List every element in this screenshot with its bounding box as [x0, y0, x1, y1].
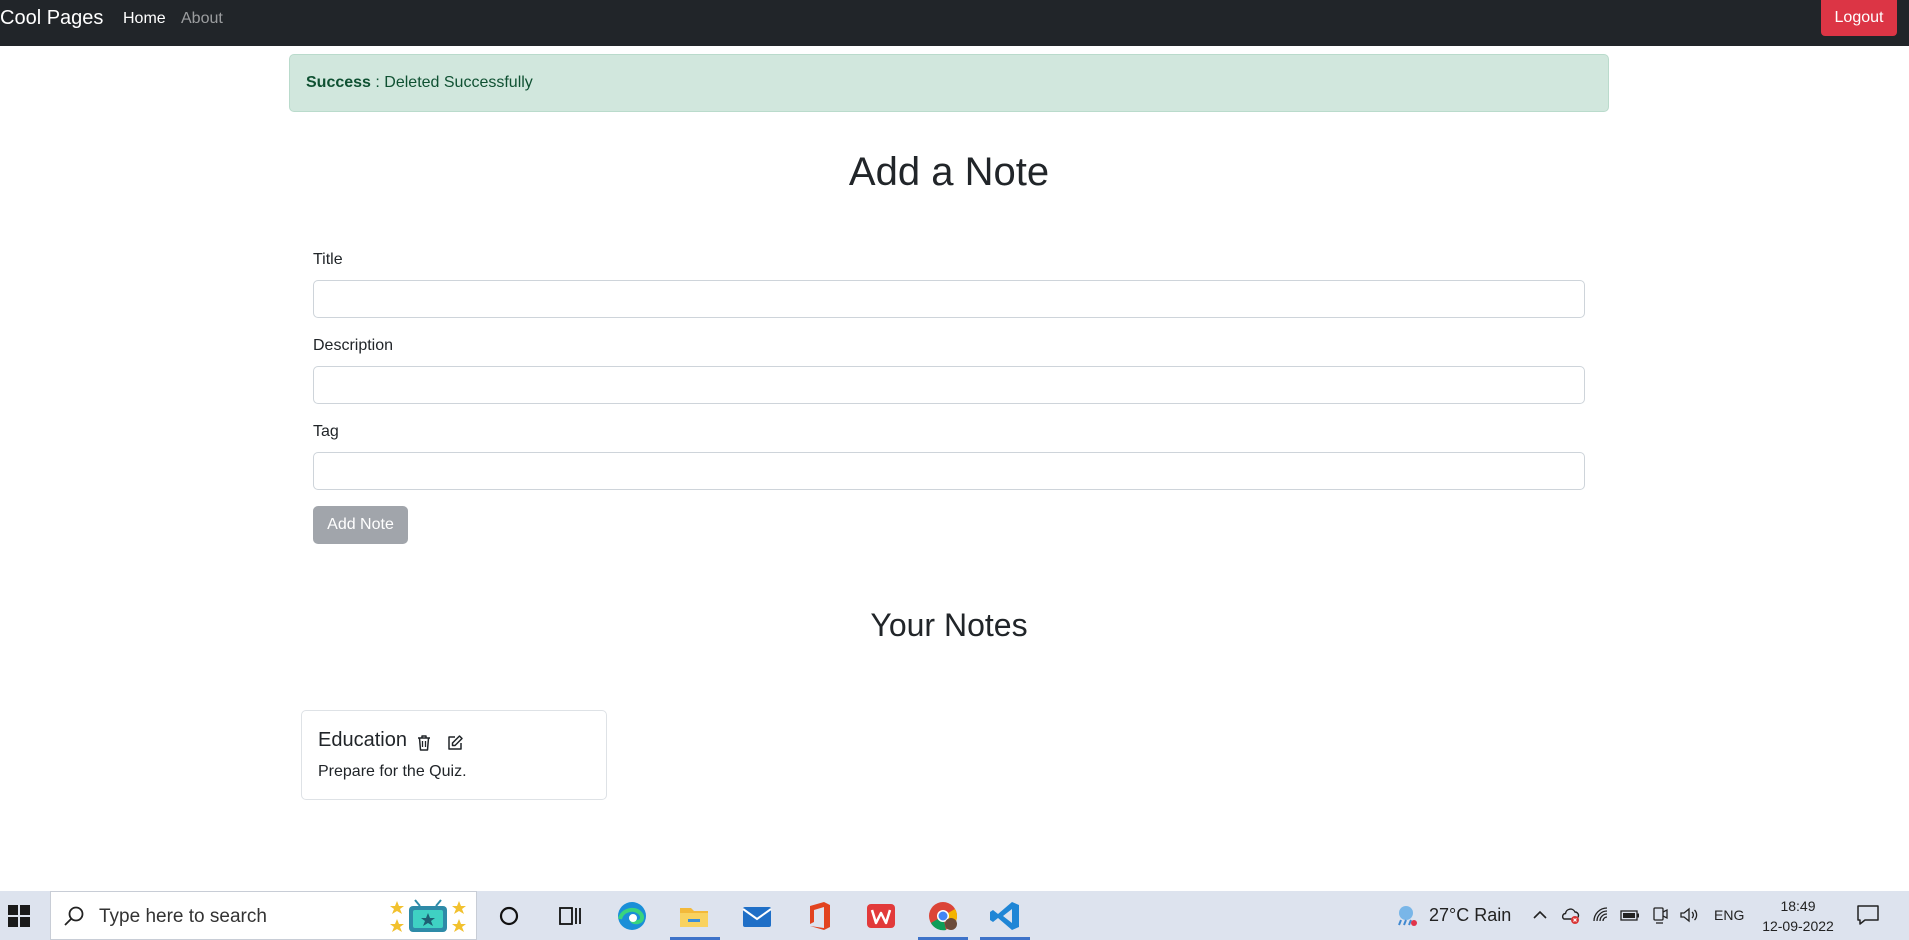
page: Cool Pages Home About Logout Success : D…: [0, 0, 1909, 940]
onedrive-error-icon[interactable]: [1560, 905, 1580, 925]
clock-time: 18:49: [1780, 898, 1816, 914]
nav-home-link[interactable]: Home: [123, 10, 166, 28]
description-label: Description: [313, 337, 394, 354]
success-alert: Success : Deleted Successfully: [289, 54, 1609, 112]
windows-start-icon[interactable]: [8, 905, 30, 927]
brand-link[interactable]: Cool Pages: [0, 7, 103, 30]
clock-date: 12-09-2022: [1762, 918, 1834, 934]
weather-text[interactable]: 27°C Rain: [1429, 905, 1511, 926]
search-highlight-tv-icon[interactable]: [387, 897, 469, 935]
note-title: Education: [318, 729, 407, 751]
search-icon: [64, 906, 84, 926]
note-description: Prepare for the Quiz.: [318, 763, 467, 780]
notification-icon[interactable]: [1856, 904, 1880, 926]
tag-input[interactable]: [313, 452, 1585, 490]
add-note-button[interactable]: Add Note: [313, 506, 408, 544]
taskbar: Type here to search 27°C Rain ENG 18:49 …: [0, 891, 1909, 940]
nav-about-link[interactable]: About: [181, 10, 223, 28]
camera-icon[interactable]: [1650, 905, 1670, 925]
title-input[interactable]: [313, 280, 1585, 318]
wps-icon[interactable]: [864, 899, 898, 933]
title-label: Title: [313, 251, 343, 268]
tag-label: Tag: [313, 423, 339, 440]
logout-button[interactable]: Logout: [1821, 0, 1897, 36]
file-explorer-icon[interactable]: [677, 899, 711, 933]
office-icon[interactable]: [802, 899, 836, 933]
language-indicator[interactable]: ENG: [1714, 907, 1744, 923]
alert-message: : Deleted Successfully: [375, 74, 533, 91]
wifi-icon[interactable]: [1591, 905, 1611, 925]
edit-icon[interactable]: [446, 734, 464, 752]
add-note-heading: Add a Note: [848, 150, 1050, 194]
weather-rain-icon[interactable]: [1393, 903, 1419, 929]
edge-icon[interactable]: [615, 899, 649, 933]
trash-icon[interactable]: [416, 734, 432, 752]
chevron-up-icon[interactable]: [1530, 905, 1550, 925]
task-view-icon[interactable]: [552, 899, 586, 933]
note-card: Education Prepare for the Quiz.: [301, 710, 607, 800]
navbar: Cool Pages Home About Logout: [0, 0, 1909, 46]
mail-icon[interactable]: [740, 899, 774, 933]
volume-icon[interactable]: [1679, 905, 1699, 925]
vscode-icon[interactable]: [988, 899, 1022, 933]
your-notes-heading: Your Notes: [870, 607, 1028, 643]
battery-icon[interactable]: [1620, 905, 1640, 925]
chrome-icon[interactable]: [926, 899, 960, 933]
search-placeholder: Type here to search: [99, 906, 267, 927]
description-input[interactable]: [313, 366, 1585, 404]
alert-type: Success: [306, 74, 371, 91]
cortana-icon[interactable]: [492, 899, 526, 933]
clock[interactable]: 18:49 12-09-2022: [1760, 896, 1836, 936]
